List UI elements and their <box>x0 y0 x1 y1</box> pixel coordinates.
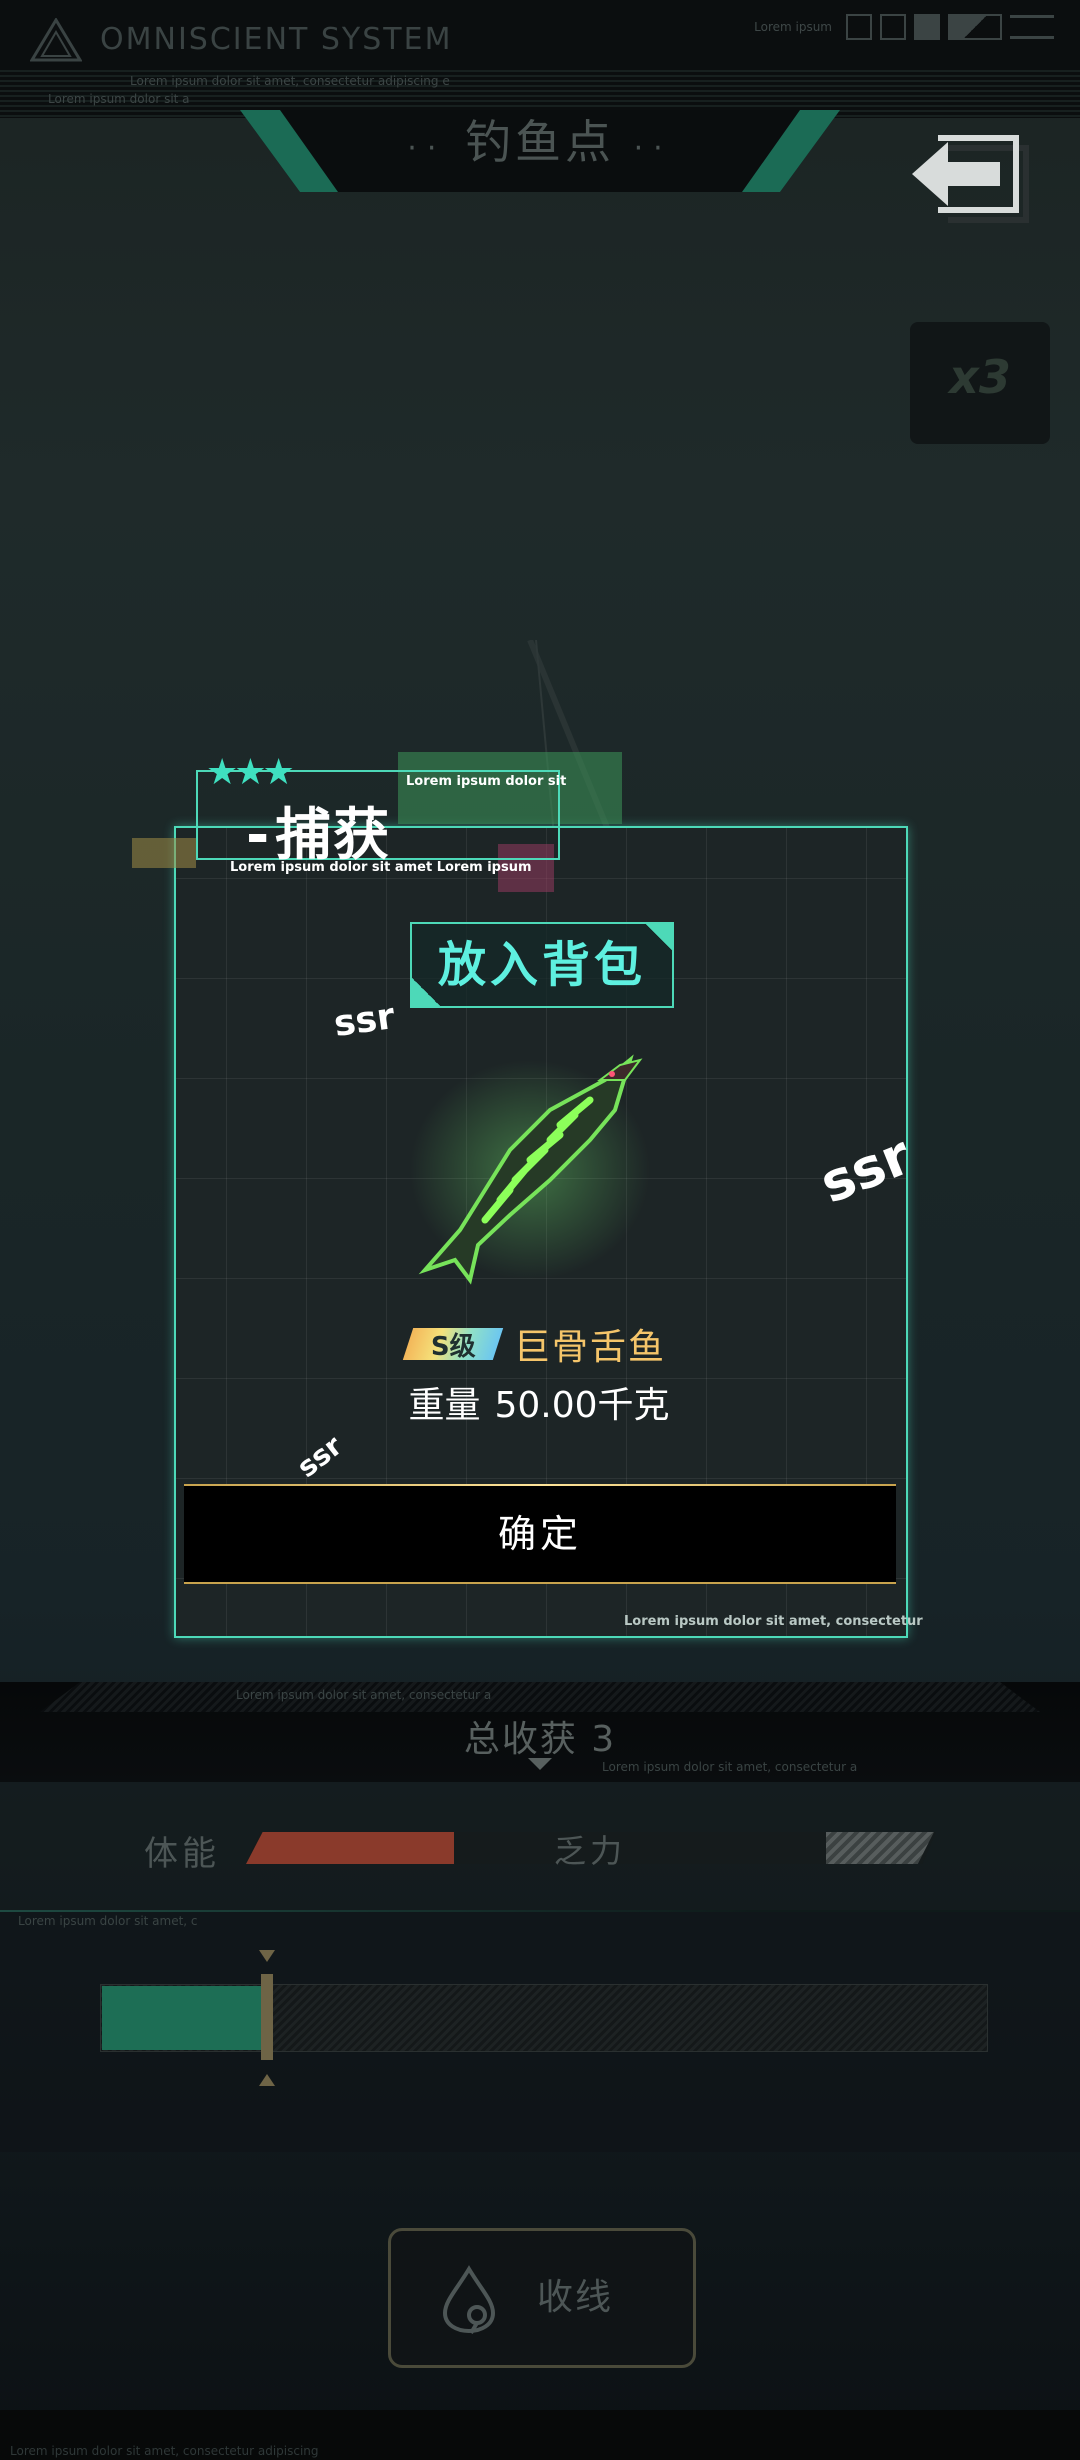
grade-text: S级 <box>430 1331 476 1362</box>
capture-note-bottom: Lorem ipsum dolor sit amet Lorem ipsum <box>230 860 532 875</box>
tension-marker[interactable] <box>261 1974 273 2060</box>
capture-note-top: Lorem ipsum dolor sit <box>406 774 567 789</box>
reel-in-label: 收线 <box>537 2277 614 2318</box>
fish-name: 巨骨舌鱼 <box>514 1327 667 1368</box>
system-subtitle-2: Lorem ipsum dolor sit a <box>48 92 190 106</box>
stamina-fill <box>246 1832 454 1864</box>
stamina-end-decor <box>826 1832 934 1864</box>
system-logo-icon <box>30 18 82 62</box>
capture-title: -捕获 <box>246 790 391 871</box>
marker-down-arrow-icon <box>259 1950 275 1962</box>
title-dots-left: ·· <box>407 131 447 166</box>
status-indicators: Lorem ipsum <box>754 14 1054 40</box>
status-square-filled-icon <box>914 14 940 40</box>
system-title: OMNISCIENT SYSTEM <box>100 22 453 57</box>
put-in-bag-label: 放入背包 <box>437 937 646 993</box>
signal-icon <box>948 14 1002 40</box>
harvest-note-2: Lorem ipsum dolor sit amet, consectetur … <box>602 1760 858 1774</box>
weight-row: 重量 50.00千克 <box>174 1376 904 1428</box>
modal-footer-note: Lorem ipsum dolor sit amet, consectetur <box>624 1614 923 1629</box>
tension-fill <box>102 1986 261 2050</box>
confirm-button[interactable]: 确定 <box>184 1484 896 1584</box>
status-square-icon <box>846 14 872 40</box>
menu-lines-icon <box>1010 15 1054 39</box>
total-harvest: 总收获 3 <box>463 1719 617 1760</box>
reel-in-button[interactable]: 收线 <box>388 2228 696 2368</box>
rarity-stars-icon: ★★★ <box>206 752 295 793</box>
stamina-state: 乏力 <box>554 1832 627 1870</box>
hook-icon <box>442 2265 496 2335</box>
spot-title-text: 钓鱼点 <box>465 115 615 169</box>
status-text: Lorem ipsum <box>754 20 832 34</box>
ssr-tag: ssr <box>331 995 398 1046</box>
harvest-bar-decor <box>40 1682 1040 1712</box>
harvest-expand-icon[interactable] <box>528 1758 552 1770</box>
harvest-note-1: Lorem ipsum dolor sit amet, consectetur … <box>236 1688 492 1702</box>
confirm-label: 确定 <box>497 1512 582 1556</box>
stamina-label: 体能 <box>144 1834 220 1874</box>
decor-block-yellow <box>132 838 196 868</box>
title-dash: - <box>246 803 272 868</box>
spot-title: ·· 钓鱼点 ·· <box>340 112 740 172</box>
title-dots-right: ·· <box>633 131 673 166</box>
multiplier-button[interactable]: x3 <box>910 322 1050 444</box>
marker-up-arrow-icon <box>259 2074 275 2086</box>
capture-title-text: 捕获 <box>275 803 392 868</box>
put-in-bag-button[interactable]: 放入背包 <box>410 922 674 1008</box>
system-subtitle-1: Lorem ipsum dolor sit amet, consectetur … <box>130 74 450 88</box>
fish-image <box>410 1054 650 1285</box>
tension-note: Lorem ipsum dolor sit amet, c <box>18 1914 198 1928</box>
weight-label: 重量 <box>408 1385 481 1426</box>
multiplier-label: x3 <box>949 350 1011 404</box>
grade-badge: S级 <box>402 1328 504 1362</box>
fish-info-row: S级 巨骨舌鱼 <box>402 1318 667 1370</box>
status-square-icon <box>880 14 906 40</box>
back-arrow-icon[interactable] <box>908 128 1038 230</box>
bottom-note: Lorem ipsum dolor sit amet, consectetur … <box>10 2444 319 2458</box>
weight-value: 50.00千克 <box>494 1385 670 1426</box>
